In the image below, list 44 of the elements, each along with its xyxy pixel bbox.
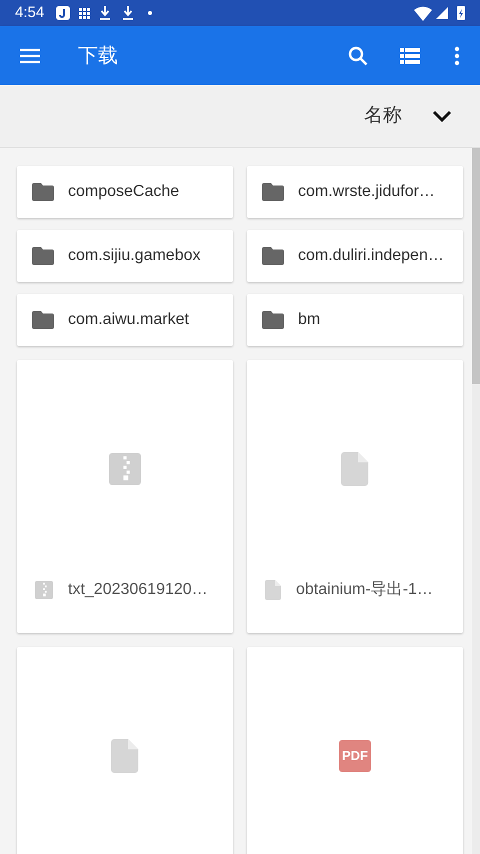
folder-name: com.wrste.jidufor… [298,182,435,202]
folder-card[interactable]: com.duliri.indepen… [247,230,463,282]
download-icon [123,6,134,20]
status-time: 4:54 [15,2,44,23]
folder-icon [32,183,54,201]
download-icon [100,6,110,20]
signal-icon [436,7,448,19]
search-icon[interactable] [348,46,368,66]
file-name: txt_20230619120… [68,580,208,600]
sort-button[interactable]: 名称 [364,102,402,130]
folder-icon [32,247,54,265]
wifi-icon [414,6,432,20]
folder-icon [262,183,284,201]
folder-icon [32,311,54,329]
menu-icon[interactable] [20,48,40,64]
folder-name: com.duliri.indepen… [298,246,444,266]
folder-card[interactable]: bm [247,294,463,346]
file-card[interactable]: txt_20230619120… [17,360,233,633]
grid-icon [79,8,90,18]
archive-icon [35,581,53,599]
file-name: obtainium-导出-1… [296,580,433,600]
folder-name: com.sijiu.gamebox [68,246,200,266]
app-notification-icon [56,6,70,20]
folder-name: composeCache [68,182,180,202]
folder-icon [262,247,284,265]
pdf-icon: PDF [339,740,371,772]
folder-name: com.aiwu.market [68,310,189,330]
archive-icon [109,453,141,485]
more-icon[interactable] [454,46,460,66]
list-view-icon[interactable] [400,48,420,64]
folder-card[interactable]: com.wrste.jidufor… [247,166,463,218]
folder-card[interactable]: composeCache [17,166,233,218]
document-icon [265,580,281,600]
app-title: 下载 [78,44,118,68]
folder-icon [262,311,284,329]
folder-name: bm [298,310,320,330]
document-icon [341,452,369,486]
battery-icon [457,6,465,20]
document-icon [111,739,139,773]
file-card[interactable]: obtainium-导出-1… [247,360,463,633]
chevron-down-icon[interactable] [432,110,452,122]
dot-icon [148,11,152,15]
folder-card[interactable]: com.aiwu.market [17,294,233,346]
folder-card[interactable]: com.sijiu.gamebox [17,230,233,282]
